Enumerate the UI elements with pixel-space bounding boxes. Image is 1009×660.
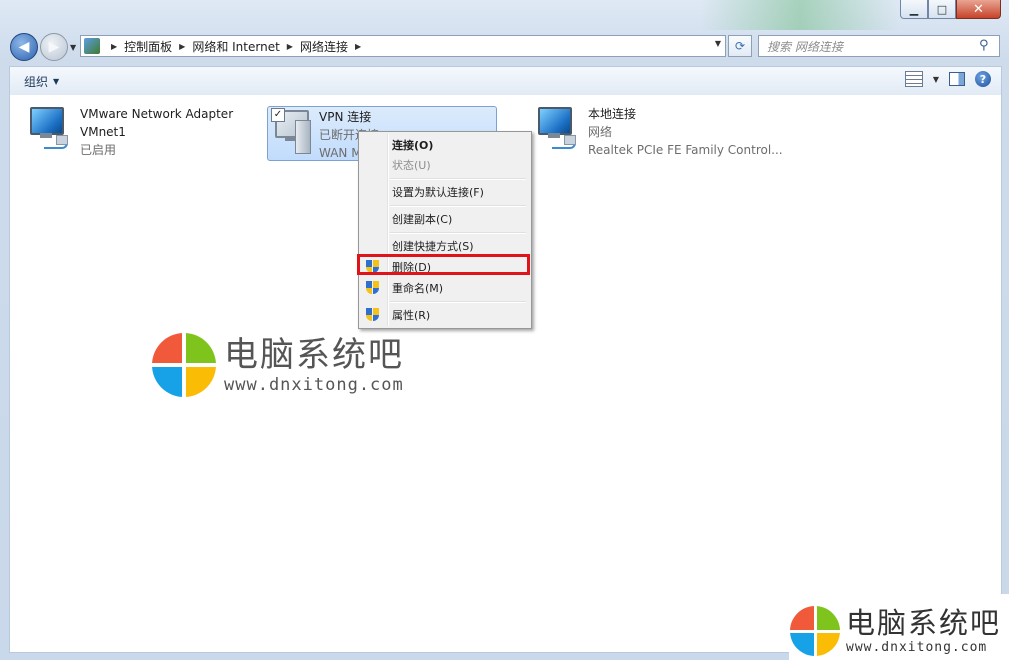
- menu-item-connect[interactable]: 连接(O): [361, 134, 527, 156]
- connection-item-vmware[interactable]: VMware Network Adapter VMnet1 已启用: [26, 105, 233, 159]
- breadcrumb-network-internet[interactable]: 网络和 Internet: [192, 38, 279, 55]
- forward-button[interactable]: ▶: [40, 33, 68, 61]
- vpn-connection-icon: ✓: [271, 108, 317, 154]
- breadcrumb-network-connections[interactable]: 网络连接: [300, 38, 348, 55]
- menu-item-label: 属性(R): [392, 309, 431, 322]
- watermark-logo-icon: [152, 333, 216, 397]
- organize-label: 组织: [24, 74, 49, 89]
- connection-item-local[interactable]: 本地连接 网络 Realtek PCIe FE Family Control..…: [534, 105, 783, 159]
- connection-name: 本地连接: [588, 107, 637, 121]
- control-panel-icon: [84, 38, 100, 54]
- menu-item-label: 设置为默认连接(F): [392, 186, 484, 199]
- menu-separator: [390, 205, 526, 207]
- menu-item-set-default[interactable]: 设置为默认连接(F): [361, 181, 527, 203]
- breadcrumb-arrow-icon[interactable]: ▶: [111, 42, 117, 51]
- search-icon[interactable]: ⚲: [979, 38, 995, 54]
- watermark-logo-icon: [790, 606, 840, 656]
- connection-status: 已启用: [80, 143, 117, 157]
- search-placeholder: 搜索 网络连接: [767, 39, 843, 54]
- search-input[interactable]: 搜索 网络连接 ⚲: [758, 35, 1000, 57]
- command-bar: 组织 ▼ ▼ ?: [9, 66, 1002, 96]
- breadcrumb-arrow-icon[interactable]: ▶: [179, 42, 185, 51]
- menu-item-label: 状态(U): [392, 159, 431, 172]
- connection-text: 本地连接 网络 Realtek PCIe FE Family Control..…: [588, 105, 783, 159]
- connection-name: VMware Network Adapter: [80, 107, 234, 121]
- watermark-url: www.dnxitong.com: [846, 640, 988, 655]
- connection-name: VPN 连接: [319, 110, 372, 124]
- watermark-title: 电脑系统吧: [224, 335, 404, 375]
- breadcrumb-arrow-icon[interactable]: ▶: [355, 42, 361, 51]
- menu-separator: [390, 232, 526, 234]
- watermark-url: www.dnxitong.com: [224, 375, 404, 395]
- connection-device: Realtek PCIe FE Family Control...: [588, 143, 783, 157]
- chevron-down-icon: ▼: [53, 76, 60, 86]
- menu-separator: [390, 178, 526, 180]
- breadcrumb-label: 网络和 Internet: [192, 39, 280, 54]
- checkbox-icon[interactable]: ✓: [271, 108, 285, 122]
- menu-item-label: 创建副本(C): [392, 213, 453, 226]
- watermark-title: 电脑系统吧: [846, 606, 1002, 640]
- toolbar-right: ▼ ?: [904, 71, 991, 87]
- connection-network: 网络: [588, 125, 613, 139]
- connection-network: VMnet1: [80, 125, 126, 139]
- menu-item-label: 创建快捷方式(S): [392, 240, 474, 253]
- watermark: 电脑系统吧 www.dnxitong.com: [152, 333, 404, 397]
- menu-item-label: 重命名(M): [392, 282, 444, 295]
- address-bar[interactable]: ▶ 控制面板 ▶ 网络和 Internet ▶ 网络连接 ▶ ▼: [80, 35, 726, 57]
- back-button[interactable]: ◀: [10, 33, 38, 61]
- preview-pane-icon[interactable]: [949, 72, 965, 86]
- menu-item-status[interactable]: 状态(U): [361, 154, 527, 176]
- menu-separator: [390, 301, 526, 303]
- view-options-dropdown-icon[interactable]: ▼: [933, 75, 939, 84]
- window-frame: ▁ □ ✕ ◀ ▶ ▼ ▶ 控制面板 ▶ 网络和 Internet ▶ 网络连接…: [0, 0, 1009, 660]
- recent-pages-dropdown-icon[interactable]: ▼: [70, 43, 76, 52]
- maximize-button[interactable]: □: [928, 0, 956, 19]
- network-adapter-icon: [26, 105, 72, 151]
- menu-item-rename[interactable]: 重命名(M): [361, 277, 527, 299]
- breadcrumb-arrow-icon[interactable]: ▶: [287, 42, 293, 51]
- context-menu: 连接(O) 状态(U) 设置为默认连接(F) 创建副本(C) 创建快捷方式(S)…: [358, 131, 532, 329]
- highlight-box: [357, 254, 530, 275]
- minimize-button[interactable]: ▁: [900, 0, 928, 19]
- change-view-icon[interactable]: [904, 71, 923, 87]
- help-icon[interactable]: ?: [975, 71, 991, 87]
- breadcrumb-control-panel[interactable]: 控制面板: [124, 38, 172, 55]
- menu-item-properties[interactable]: 属性(R): [361, 304, 527, 326]
- uac-shield-icon: [366, 308, 379, 322]
- network-adapter-icon: [534, 105, 580, 151]
- navigation-buttons: ◀ ▶ ▼: [10, 33, 76, 61]
- connection-text: VMware Network Adapter VMnet1 已启用: [80, 105, 233, 159]
- organize-menu-button[interactable]: 组织 ▼: [24, 73, 59, 90]
- address-dropdown-icon[interactable]: ▼: [715, 39, 721, 48]
- menu-item-label: 连接(O): [392, 139, 434, 152]
- close-button[interactable]: ✕: [956, 0, 1001, 19]
- menu-item-create-copy[interactable]: 创建副本(C): [361, 208, 527, 230]
- caption-buttons: ▁ □ ✕: [900, 0, 1001, 20]
- breadcrumb-label: 网络连接: [299, 39, 348, 54]
- corner-watermark: 电脑系统吧 www.dnxitong.com: [790, 606, 1001, 656]
- uac-shield-icon: [366, 281, 379, 295]
- refresh-button[interactable]: ⟳: [728, 35, 752, 57]
- breadcrumb-label: 控制面板: [124, 39, 173, 54]
